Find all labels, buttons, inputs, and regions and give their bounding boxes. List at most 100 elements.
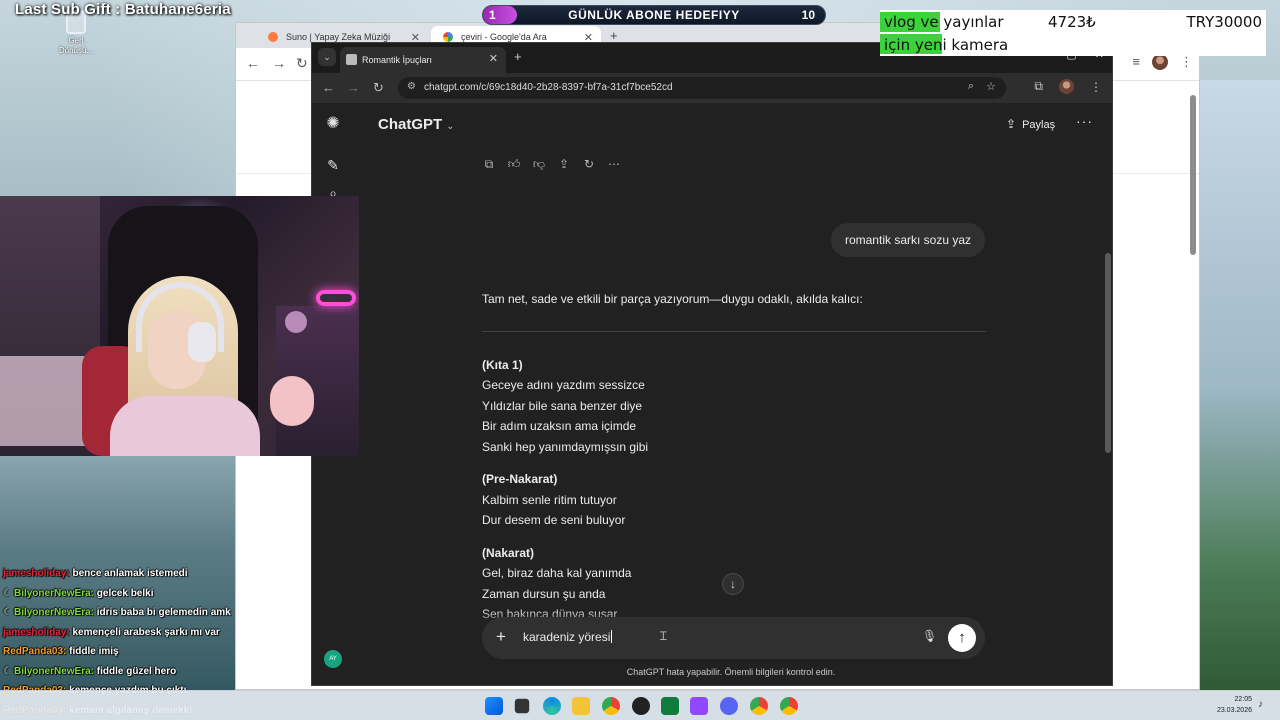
notification-bell-icon[interactable]: ♪ <box>1258 699 1263 710</box>
donation-goal-overlay: vlog ve yayınlar için yeni kamera 4723₺ … <box>880 10 1266 56</box>
profile-avatar[interactable] <box>1152 54 1168 70</box>
forward-arrow-icon[interactable]: → <box>347 80 360 95</box>
start-icon[interactable] <box>485 697 503 715</box>
chat-username: BilyonerNewEra: <box>13 587 94 599</box>
menu-dots-icon[interactable]: ⋮ <box>1180 54 1193 70</box>
send-button[interactable]: ↑ <box>948 624 976 652</box>
chrome-icon[interactable] <box>750 697 768 715</box>
chat-message: RedPanda03: fiddle imiş <box>3 642 243 662</box>
clock-date: 23.03.2026 <box>1216 707 1252 714</box>
tab-search-icon[interactable]: ⌄ <box>318 48 336 66</box>
user-avatar[interactable]: AY <box>324 650 342 668</box>
bg-scrollbar[interactable] <box>1189 85 1197 685</box>
system-clock[interactable]: 22:05 23.03.2026 <box>1212 694 1252 716</box>
chat-text: fiddle güzel hero <box>94 665 177 677</box>
scroll-down-button[interactable]: ↓ <box>722 573 744 595</box>
stanza-heading: (Kıta 1) <box>482 357 523 372</box>
copy-icon[interactable]: ⧉ <box>482 157 496 171</box>
task-view-icon[interactable] <box>514 698 530 714</box>
lyric-line: Kalbim senle ritim tutuyor <box>482 492 617 507</box>
chat-username: jamesholiday: <box>3 568 70 579</box>
stanza-heading: (Nakarat) <box>482 545 535 560</box>
model-selector[interactable]: ChatGPT ⌄ <box>378 116 455 133</box>
lyric-line: Geceye adını yazdım sessizce <box>482 378 645 392</box>
new-tab-button[interactable]: + <box>514 49 522 64</box>
streamer-webcam <box>0 196 359 456</box>
lyric-line: Yıldızlar bile sana benzer diye <box>482 398 643 413</box>
chatgpt-browser-window[interactable]: ⌄ Romantik İpuçları ✕ + — ▢ ✕ ← → ↻ ⚙ ch… <box>311 42 1113 686</box>
share-button[interactable]: ⇪ Paylaş <box>1006 117 1055 131</box>
more-options-icon[interactable]: ··· <box>1076 113 1093 129</box>
message-actions: ⧉ 👍︎ 👎︎ ⇪ ↻ ⋯ <box>482 157 621 171</box>
message-input[interactable]: karadeniz yöresi <box>523 630 612 644</box>
last-sub-gift-overlay: Last Sub Gift : Batuhane6eria <box>15 1 231 18</box>
plush-toy <box>270 376 314 426</box>
chat-text: bence anlamak istemedi <box>69 568 188 579</box>
stanza: (Pre-Nakarat) Kalbim senle ritim tutuyor… <box>482 469 986 531</box>
extensions-icon[interactable]: ⧉ <box>1034 79 1043 94</box>
share-icon[interactable]: ⇪ <box>557 157 571 171</box>
bg-tab-label: çeviri - Google'da Ara <box>461 32 547 42</box>
chat-scrollbar[interactable] <box>1105 253 1111 453</box>
subscriber-goal-bar: 1 GÜNLÜK ABONE HEDEFIYY 10 <box>482 5 826 25</box>
new-tab-button[interactable]: + <box>610 28 618 43</box>
regenerate-icon[interactable]: ↻ <box>582 157 596 171</box>
tab-romantik[interactable]: Romantik İpuçları ✕ <box>340 47 506 73</box>
thumbs-down-icon[interactable]: 👎︎ <box>532 157 546 171</box>
goal-max: 10 <box>801 8 815 22</box>
divider <box>482 330 986 332</box>
playlist-icon[interactable]: ≡ <box>1132 54 1140 70</box>
app-icon[interactable] <box>661 697 679 715</box>
chat-message: jamesholiday: bence anlamak istemedi <box>3 564 243 584</box>
file-explorer-icon[interactable] <box>572 697 590 715</box>
new-chat-icon[interactable]: ✎ <box>323 155 343 175</box>
text-cursor-icon: Ɪ <box>660 629 667 643</box>
menu-dots-icon[interactable]: ⋮ <box>1090 80 1102 94</box>
reload-icon[interactable]: ↻ <box>373 80 384 96</box>
thumbs-up-icon[interactable]: 👍︎ <box>507 157 521 171</box>
chat-username: BilyonerNewEra: <box>13 665 94 677</box>
wallpaper-landscape-right <box>1200 80 1280 690</box>
message-composer[interactable]: + karadeniz yöresi Ɪ 🎙︎ ↑ <box>482 617 985 659</box>
stanza: (Kıta 1) Geceye adını yazdım sessizce Yı… <box>482 355 986 458</box>
donation-line2: için yeni kamera <box>884 36 1009 54</box>
moon-badge-icon: ☾ <box>3 607 12 618</box>
chevron-down-icon: ⌄ <box>446 121 455 132</box>
chrome-icon[interactable] <box>602 697 620 715</box>
obs-icon[interactable] <box>632 697 650 715</box>
bg-tab-label: Suno | Yapay Zeka Müziği <box>286 32 391 42</box>
attach-plus-icon[interactable]: + <box>496 627 506 647</box>
model-name: ChatGPT <box>378 116 443 133</box>
zoom-icon[interactable]: ⌕ <box>968 80 974 93</box>
microphone-icon[interactable]: 🎙︎ <box>922 629 937 643</box>
edge-icon[interactable] <box>543 697 561 715</box>
moon-badge-icon: ☾ <box>3 665 12 677</box>
twitch-icon[interactable] <box>690 697 708 715</box>
chat-username: jamesholiday: <box>3 626 70 638</box>
forward-arrow-icon[interactable]: → <box>272 55 286 71</box>
moon-badge-icon: ☾ <box>3 587 12 599</box>
openai-logo-icon[interactable]: ✺ <box>323 114 343 134</box>
chat-message: ☾ BilyonerNewEra: fiddle güzel hero <box>3 662 243 682</box>
close-icon[interactable]: ✕ <box>489 52 498 65</box>
neon-sign <box>316 290 356 306</box>
donation-amount: 4723₺ <box>1048 13 1096 31</box>
reload-icon[interactable]: ↻ <box>296 55 308 72</box>
disclaimer: ChatGPT hata yapabilir. Önemli bilgileri… <box>626 667 836 677</box>
bookmark-star-icon[interactable]: ☆ <box>986 80 996 93</box>
back-arrow-icon[interactable]: ← <box>246 55 260 71</box>
chat-message: jamesholiday: kemençeli arabesk şarkı mı… <box>3 623 243 643</box>
site-settings-icon[interactable]: ⚙ <box>407 81 416 92</box>
address-bar[interactable]: ⚙ chatgpt.com/c/69c18d40-2b28-8397-bf7a-… <box>398 77 1006 99</box>
chrome-icon[interactable] <box>780 697 798 715</box>
reply-intro: Tam net, sade ve etkili bir parça yazıyo… <box>482 292 863 306</box>
back-arrow-icon[interactable]: ← <box>322 80 335 95</box>
more-icon[interactable]: ⋯ <box>607 157 621 171</box>
google-favicon-icon <box>443 32 453 42</box>
profile-avatar[interactable] <box>1059 79 1074 94</box>
chatgpt-favicon-icon <box>346 54 357 65</box>
discord-icon[interactable] <box>720 697 738 715</box>
user-message: romantik sarkı sozu yaz <box>831 223 985 257</box>
chat-username: RedPanda03: <box>3 646 67 657</box>
chat-message: ☾ BilyonerNewEra: idris baba bi gelemedin… <box>3 603 243 623</box>
